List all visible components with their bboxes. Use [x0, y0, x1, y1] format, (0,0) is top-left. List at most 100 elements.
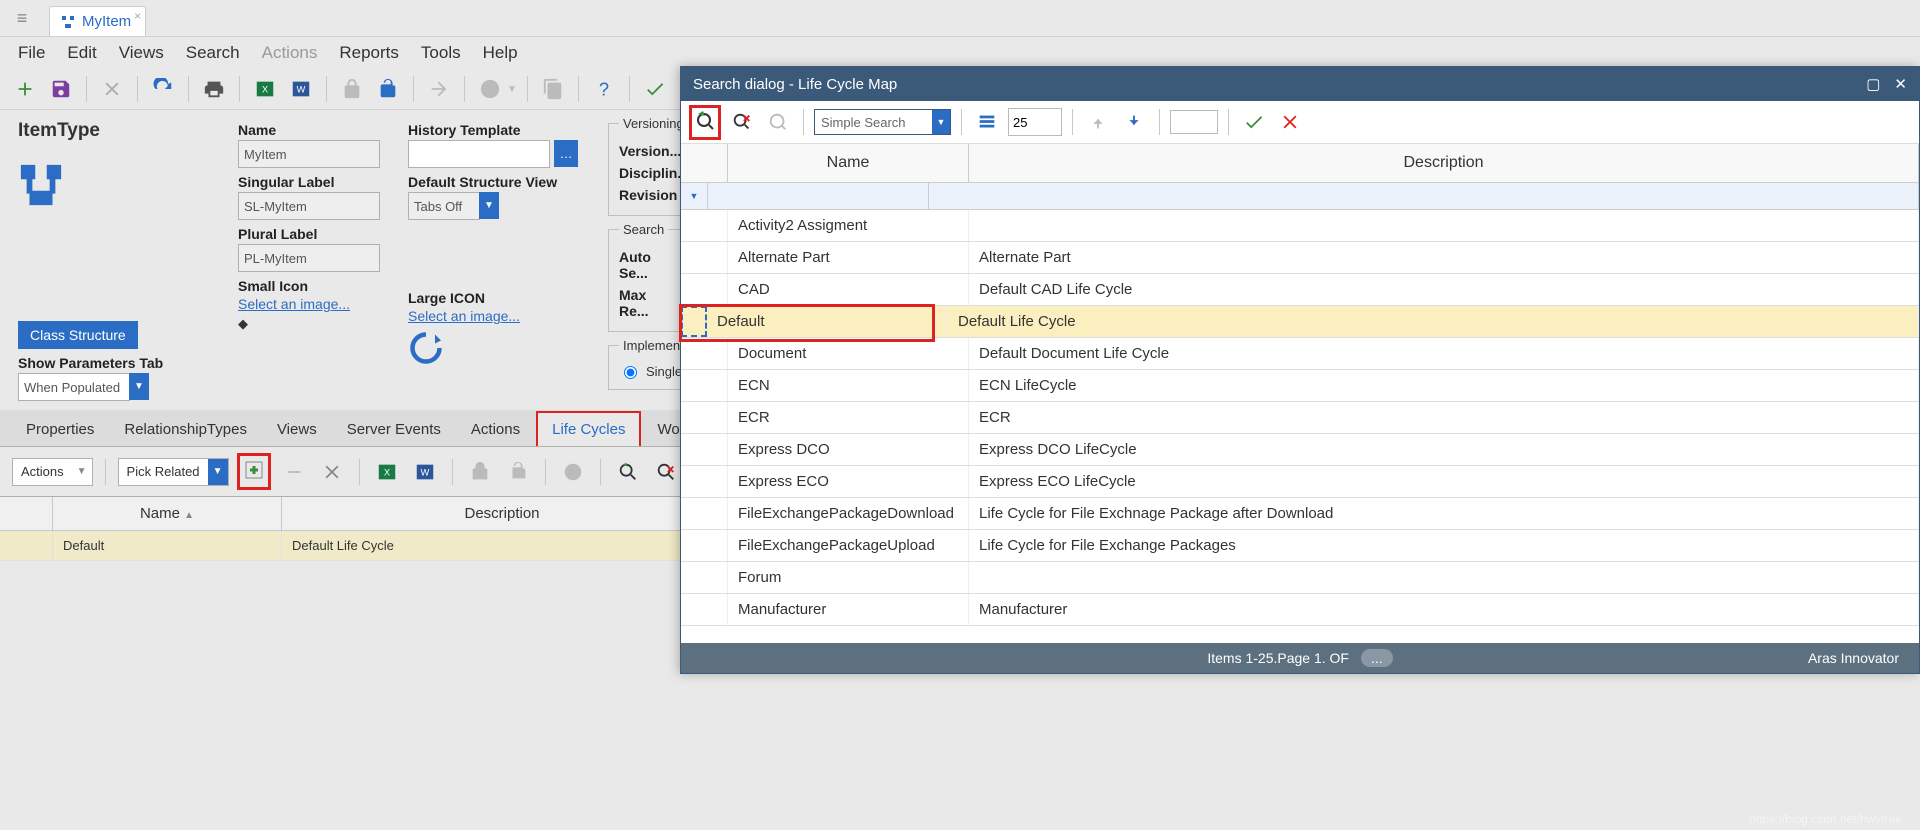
svg-text:W: W: [420, 467, 429, 477]
page-size-input[interactable]: [1008, 108, 1062, 136]
chevron-down-icon[interactable]: ▼: [129, 373, 149, 400]
status-text: Items 1-25.Page 1. OF: [1207, 650, 1349, 666]
menu-actions[interactable]: Actions: [262, 43, 318, 63]
show-parameters-label: Show Parameters Tab: [18, 355, 238, 371]
table-row[interactable]: DefaultDefault Life Cycle: [681, 306, 1919, 338]
show-parameters-select[interactable]: [18, 373, 130, 401]
table-row[interactable]: Activity2 Assigment: [681, 210, 1919, 242]
menu-search[interactable]: Search: [186, 43, 240, 63]
large-icon-label: Large ICON: [408, 290, 598, 306]
ellipsis-button[interactable]: …: [554, 140, 578, 167]
delete-icon: [97, 74, 127, 104]
page-size-icon[interactable]: [972, 107, 1002, 137]
help-icon[interactable]: ?: [589, 74, 619, 104]
hamburger-icon[interactable]: ≡: [10, 6, 34, 30]
unlock-icon: [503, 457, 533, 487]
dropdown-icon: ▼: [507, 84, 517, 95]
filter-row[interactable]: ▼: [681, 183, 1919, 210]
history-template-field[interactable]: [408, 140, 550, 168]
run-search-icon[interactable]: [613, 457, 643, 487]
col-description[interactable]: Description: [969, 144, 1919, 182]
large-icon-link[interactable]: Select an image...: [408, 308, 598, 324]
table-row[interactable]: ManufacturerManufacturer: [681, 594, 1919, 626]
chevron-down-icon[interactable]: ▼: [479, 192, 499, 219]
clear-search-icon[interactable]: [727, 107, 757, 137]
delete-rel-icon[interactable]: [317, 457, 347, 487]
unlock-icon[interactable]: [373, 74, 403, 104]
more-pages-button[interactable]: ...: [1361, 649, 1393, 667]
document-tab[interactable]: MyItem ×: [49, 6, 146, 36]
close-icon[interactable]: ✕: [1894, 75, 1907, 93]
menu-views[interactable]: Views: [119, 43, 164, 63]
save-icon[interactable]: [46, 74, 76, 104]
table-row[interactable]: FileExchangePackageUploadLife Cycle for …: [681, 530, 1919, 562]
excel-icon[interactable]: X: [372, 457, 402, 487]
structure-view-label: Default Structure View: [408, 174, 598, 190]
singular-field[interactable]: [238, 192, 380, 220]
run-search-button[interactable]: [689, 105, 721, 140]
window-tabbar: ≡ MyItem ×: [0, 0, 1920, 37]
search-mode-select[interactable]: Simple Search▼: [814, 109, 951, 135]
tab-server-events[interactable]: Server Events: [333, 413, 455, 446]
small-icon-link[interactable]: Select an image...: [238, 296, 408, 312]
col-name[interactable]: Name: [728, 144, 969, 182]
table-row[interactable]: ECRECR: [681, 402, 1919, 434]
col-marker: [681, 144, 728, 182]
versioning-legend: Versioning: [619, 116, 688, 131]
table-row[interactable]: Forum: [681, 562, 1919, 594]
excel-icon[interactable]: X: [250, 74, 280, 104]
small-icon-preview: ◆: [238, 316, 408, 332]
structure-view-select[interactable]: [408, 192, 480, 220]
table-row[interactable]: Express ECOExpress ECO LifeCycle: [681, 466, 1919, 498]
actions-dropdown[interactable]: Actions▼: [12, 458, 93, 486]
single-radio[interactable]: [624, 366, 637, 379]
refresh-icon[interactable]: [148, 74, 178, 104]
table-row[interactable]: Express DCOExpress DCO LifeCycle: [681, 434, 1919, 466]
menu-reports[interactable]: Reports: [339, 43, 399, 63]
sort-asc-icon[interactable]: [1083, 107, 1113, 137]
menu-edit[interactable]: Edit: [67, 43, 96, 63]
class-structure-button[interactable]: Class Structure: [18, 321, 138, 349]
tab-life-cycles[interactable]: Life Cycles: [536, 411, 641, 446]
table-row[interactable]: Alternate PartAlternate Part: [681, 242, 1919, 274]
cancel-icon[interactable]: [1275, 107, 1305, 137]
word-icon[interactable]: W: [410, 457, 440, 487]
menu-help[interactable]: Help: [483, 43, 518, 63]
svg-text:?: ?: [599, 78, 609, 99]
table-row[interactable]: CADDefault CAD Life Cycle: [681, 274, 1919, 306]
table-row[interactable]: DocumentDefault Document Life Cycle: [681, 338, 1919, 370]
search-group: Search Auto Se... Max Re...: [608, 222, 686, 332]
print-icon[interactable]: [199, 74, 229, 104]
table-row[interactable]: FileExchangePackageDownloadLife Cycle fo…: [681, 498, 1919, 530]
tab-actions[interactable]: Actions: [457, 413, 534, 446]
itemtype-icon: [60, 14, 76, 30]
search-legend: Search: [619, 222, 668, 237]
watermark: https://blog.csdn.net/hwytree: [1749, 812, 1902, 826]
menu-file[interactable]: File: [18, 43, 45, 63]
done-icon[interactable]: [640, 74, 670, 104]
tab-properties[interactable]: Properties: [12, 413, 108, 446]
maximize-icon[interactable]: ▢: [1866, 75, 1880, 93]
close-icon[interactable]: ×: [134, 9, 141, 23]
clear-search-icon[interactable]: [651, 457, 681, 487]
large-icon-preview: [408, 330, 598, 369]
sort-asc-icon: ▲: [184, 510, 194, 521]
singular-label: Singular Label: [238, 174, 408, 190]
pick-related-dropdown[interactable]: Pick Related▼: [118, 458, 229, 486]
sort-desc-icon[interactable]: [1119, 107, 1149, 137]
col-description[interactable]: Description: [282, 497, 723, 530]
menu-tools[interactable]: Tools: [421, 43, 461, 63]
accept-icon[interactable]: [1239, 107, 1269, 137]
new-icon[interactable]: [10, 74, 40, 104]
tab-views[interactable]: Views: [263, 413, 331, 446]
add-relationship-button[interactable]: [237, 453, 271, 490]
table-row[interactable]: ECNECN LifeCycle: [681, 370, 1919, 402]
promote-icon: [424, 74, 454, 104]
filter-input[interactable]: [1170, 110, 1218, 134]
plural-field[interactable]: [238, 244, 380, 272]
col-name[interactable]: Name ▲: [53, 497, 282, 530]
word-icon[interactable]: W: [286, 74, 316, 104]
dialog-title: Search dialog - Life Cycle Map: [693, 76, 897, 93]
name-field[interactable]: [238, 140, 380, 168]
tab-relationshiptypes[interactable]: RelationshipTypes: [110, 413, 261, 446]
